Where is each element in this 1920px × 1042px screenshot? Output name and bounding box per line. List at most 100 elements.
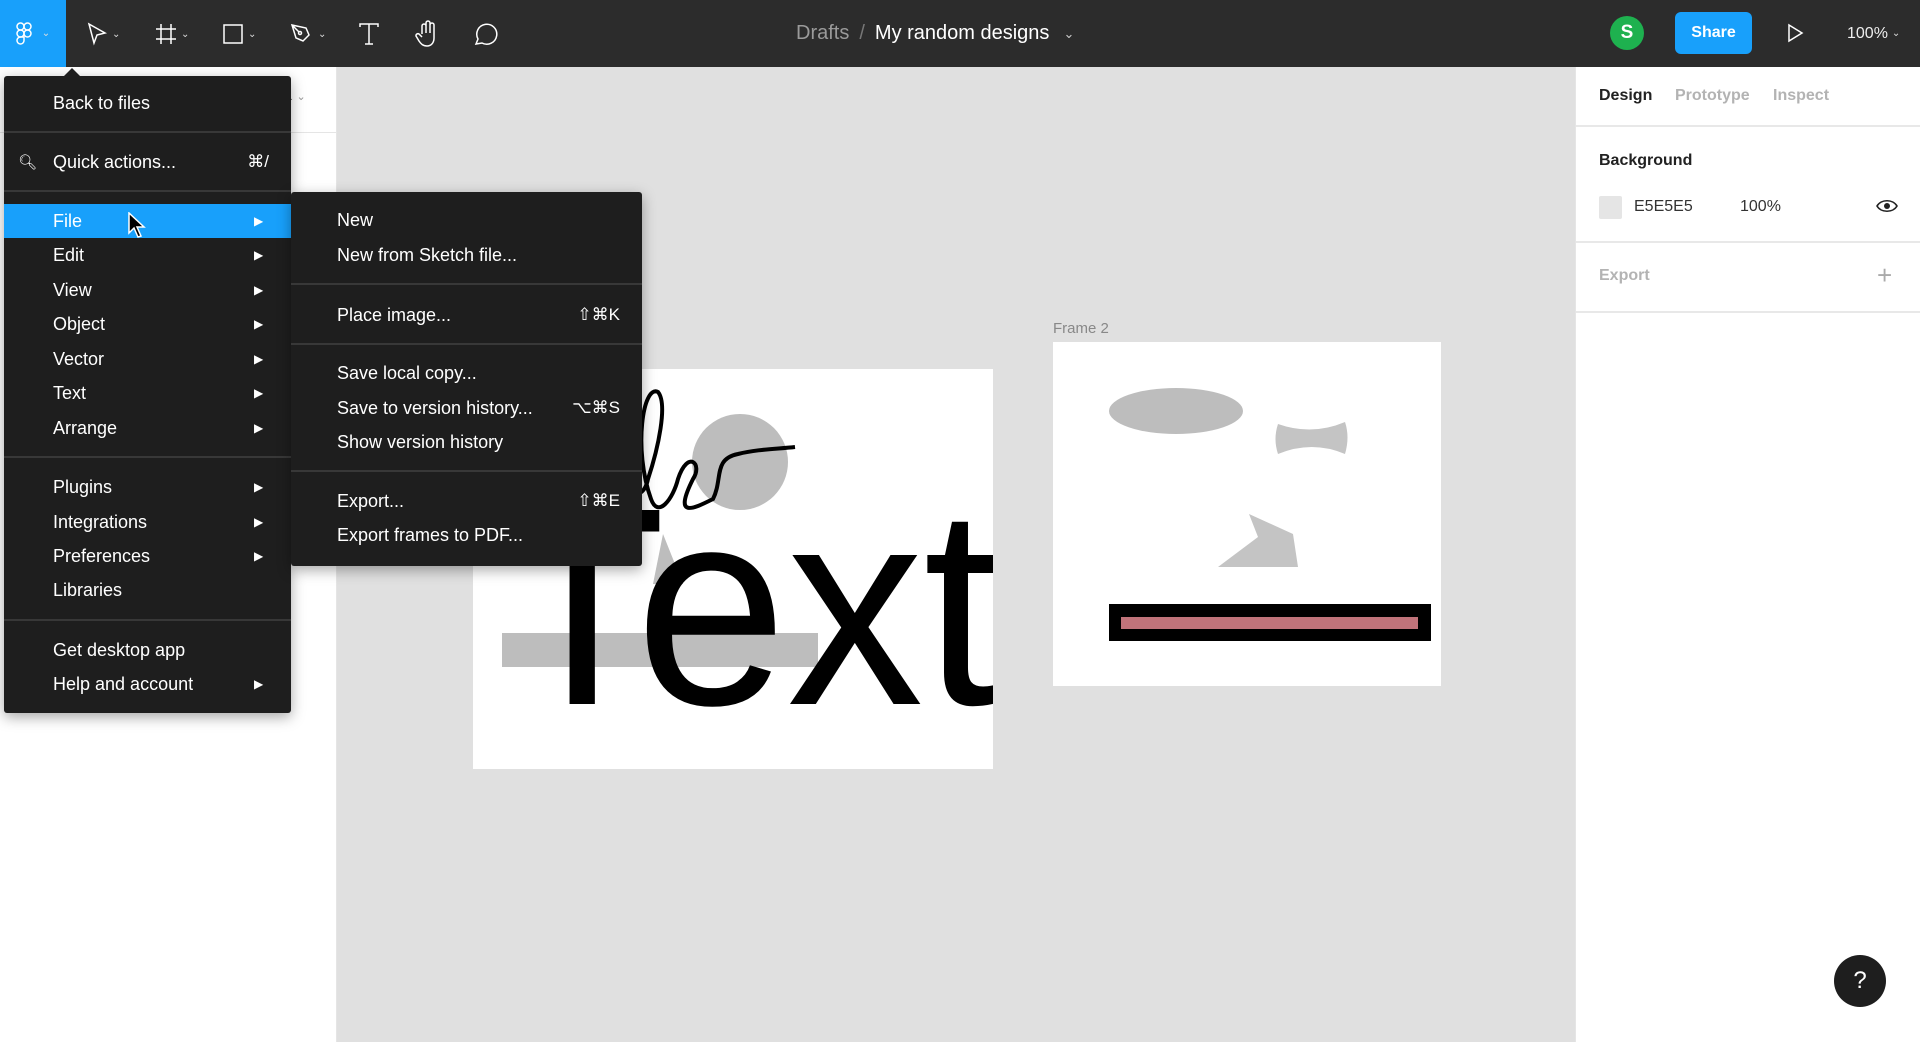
frame-2-label[interactable]: Frame 2 [1053, 320, 1109, 337]
properties-panel: Design Prototype Inspect Background E5E5… [1575, 67, 1920, 1042]
eye-icon[interactable] [1876, 198, 1898, 214]
menu-item-plugins[interactable]: Plugins ▶ [4, 470, 291, 504]
shape-tool[interactable]: ⌄ [222, 18, 256, 50]
menu-item-label: Place image... [337, 304, 452, 325]
menu-divider [4, 131, 291, 133]
menu-item-export[interactable]: Export... ⇧⌘E [291, 484, 642, 518]
help-button[interactable]: ? [1834, 955, 1886, 1007]
move-tool[interactable]: ⌄ [86, 18, 120, 50]
menu-item-back-to-files[interactable]: Back to files [4, 86, 291, 120]
menu-item-object[interactable]: Object ▶ [4, 307, 291, 341]
rectangle-icon [223, 24, 243, 44]
menu-item-show-version-history[interactable]: Show version history [291, 425, 642, 459]
breadcrumb-drafts[interactable]: Drafts [796, 22, 849, 45]
menu-shortcut: ⇧⌘K [577, 305, 620, 324]
menu-item-new-from-sketch[interactable]: New from Sketch file... [291, 238, 642, 272]
menu-item-libraries[interactable]: Libraries [4, 573, 291, 607]
menu-item-label: Preferences [53, 545, 151, 566]
menu-item-label: Export... [337, 490, 405, 511]
play-icon[interactable] [1786, 23, 1804, 43]
frame-hash-icon [156, 24, 176, 44]
background-swatch[interactable] [1599, 196, 1622, 219]
tab-design[interactable]: Design [1599, 87, 1652, 105]
chevron-down-icon: ⌄ [318, 28, 327, 40]
share-button[interactable]: Share [1675, 12, 1752, 54]
menu-item-edit[interactable]: Edit ▶ [4, 238, 291, 272]
menu-item-label: Arrange [53, 417, 118, 438]
search-icon: 🔍︎ [18, 154, 38, 171]
file-name[interactable]: My random designs [875, 22, 1050, 45]
background-hex-input[interactable]: E5E5E5 [1634, 198, 1693, 216]
menu-item-label: Edit [53, 244, 85, 265]
menu-item-save-local-copy[interactable]: Save local copy... [291, 356, 642, 390]
menu-item-place-image[interactable]: Place image... ⇧⌘K [291, 298, 642, 332]
submenu-arrow-icon: ▶ [254, 549, 264, 563]
main-menu-button[interactable]: ⌄ [0, 0, 66, 67]
submenu-arrow-icon: ▶ [254, 677, 264, 691]
menu-item-label: Plugins [53, 476, 113, 497]
toolbar: ⌄ ⌄ ⌄ ⌄ ⌄ Drafts / My random designs ⌄ S… [0, 0, 1920, 67]
tab-inspect[interactable]: Inspect [1773, 87, 1829, 105]
chevron-down-icon[interactable]: ⌄ [1063, 26, 1074, 42]
chevron-shape [1218, 514, 1298, 567]
menu-item-quick-actions[interactable]: 🔍︎ Quick actions... ⌘/ [4, 145, 291, 179]
menu-item-file[interactable]: File ▶ [4, 204, 291, 238]
menu-shortcut: ⌥⌘S [572, 398, 620, 417]
menu-item-label: Text [53, 382, 87, 403]
comment-bubble-icon [474, 23, 498, 45]
menu-item-label: Save to version history... [337, 397, 533, 418]
submenu-arrow-icon: ▶ [254, 317, 264, 331]
add-export-plus-icon[interactable]: + [1877, 260, 1892, 291]
menu-item-help-and-account[interactable]: Help and account ▶ [4, 667, 291, 701]
avatar[interactable]: S [1610, 16, 1644, 50]
menu-item-label: Help and account [53, 673, 194, 694]
zoom-dropdown[interactable]: 100% ⌄ [1847, 0, 1900, 67]
submenu-arrow-icon: ▶ [254, 480, 264, 494]
menu-item-export-frames-to-pdf[interactable]: Export frames to PDF... [291, 518, 642, 552]
menu-item-save-to-version-history[interactable]: Save to version history... ⌥⌘S [291, 391, 642, 425]
menu-item-vector[interactable]: Vector ▶ [4, 342, 291, 376]
chevron-down-icon: ⌄ [112, 28, 121, 40]
menu-item-preferences[interactable]: Preferences ▶ [4, 539, 291, 573]
frame-2-content [1109, 388, 1431, 641]
tab-prototype[interactable]: Prototype [1675, 87, 1750, 105]
menu-divider [291, 343, 642, 345]
chevron-down-icon: ⌄ [181, 28, 190, 40]
divider [1576, 311, 1920, 313]
hand-icon [415, 20, 435, 47]
hand-tool[interactable] [415, 18, 441, 50]
menu-item-label: Get desktop app [53, 639, 186, 660]
text-t-icon [359, 23, 379, 45]
menu-item-label: Save local copy... [337, 362, 477, 383]
menu-item-label: File [53, 210, 83, 231]
menu-item-label: New [337, 209, 374, 230]
breadcrumb: Drafts / My random designs ⌄ [796, 0, 1074, 67]
menu-item-label: New from Sketch file... [337, 244, 518, 265]
file-submenu: New New from Sketch file... Place image.… [291, 192, 642, 566]
menu-item-arrange[interactable]: Arrange ▶ [4, 411, 291, 445]
background-opacity-input[interactable]: 100% [1740, 198, 1781, 216]
gray-ellipse-shape [1109, 388, 1243, 434]
pen-icon [290, 23, 310, 42]
frame-tool[interactable]: ⌄ [155, 18, 189, 50]
menu-item-integrations[interactable]: Integrations ▶ [4, 505, 291, 539]
pen-tool[interactable]: ⌄ [290, 18, 326, 50]
comment-tool[interactable] [472, 18, 498, 50]
menu-pointer [64, 68, 80, 76]
main-menu: Back to files 🔍︎ Quick actions... ⌘/ File ▶… [4, 68, 291, 713]
text-tool[interactable] [358, 18, 380, 50]
divider [1576, 241, 1920, 243]
chevron-down-icon: ⌄ [1891, 28, 1901, 39]
menu-item-new[interactable]: New [291, 203, 642, 237]
menu-item-label: Vector [53, 348, 105, 369]
chevron-down-icon: ⌄ [296, 91, 306, 103]
menu-item-view[interactable]: View ▶ [4, 273, 291, 307]
menu-shortcut: ⇧⌘E [577, 491, 620, 510]
menu-divider [291, 283, 642, 285]
menu-divider [4, 456, 291, 458]
menu-item-text[interactable]: Text ▶ [4, 376, 291, 410]
menu-item-get-desktop-app[interactable]: Get desktop app [4, 633, 291, 667]
cursor-arrow-icon [87, 22, 108, 46]
frame-2[interactable] [1053, 342, 1441, 686]
submenu-arrow-icon: ▶ [254, 248, 264, 262]
